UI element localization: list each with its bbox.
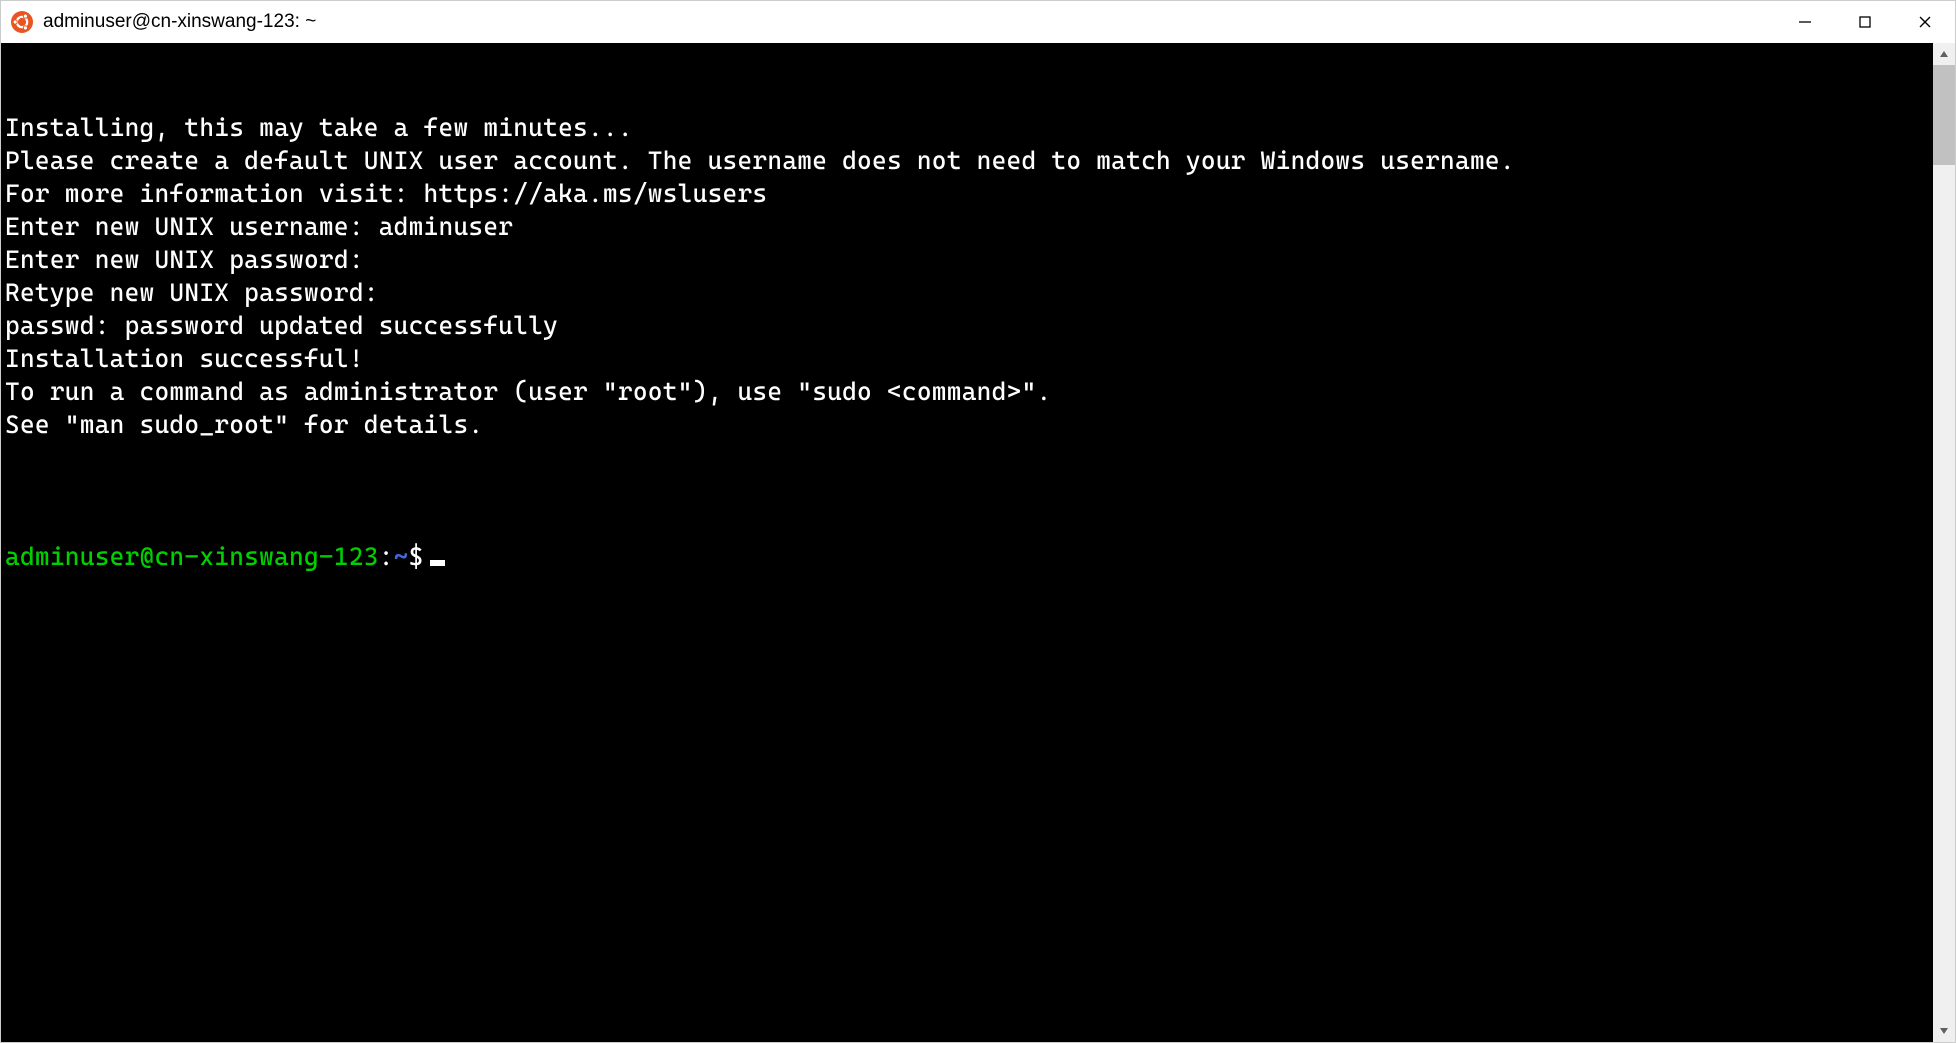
title-bar-left: adminuser@cn-xinswang-123: ~ xyxy=(11,11,1775,33)
prompt-symbol: $ xyxy=(409,542,424,571)
terminal-window: adminuser@cn-xinswang-123: ~ Installing,… xyxy=(0,0,1956,1043)
scroll-track[interactable] xyxy=(1933,65,1955,1020)
scroll-down-arrow[interactable] xyxy=(1933,1020,1955,1042)
terminal-line: Retype new UNIX password: xyxy=(5,276,1933,309)
ubuntu-icon xyxy=(11,11,33,33)
terminal-line: To run a command as administrator (user … xyxy=(5,375,1933,408)
close-button[interactable] xyxy=(1895,1,1955,43)
terminal-line: Enter new UNIX username: adminuser xyxy=(5,210,1933,243)
terminal-output[interactable]: Installing, this may take a few minutes.… xyxy=(1,43,1933,1042)
cursor xyxy=(430,560,445,566)
title-bar-controls xyxy=(1775,1,1955,43)
terminal-line: Enter new UNIX password: xyxy=(5,243,1933,276)
terminal-line: For more information visit: https://aka.… xyxy=(5,177,1933,210)
terminal-line: Installing, this may take a few minutes.… xyxy=(5,111,1933,144)
terminal-line xyxy=(5,441,1933,474)
terminal-line: Please create a default UNIX user accoun… xyxy=(5,144,1933,177)
terminal-line: passwd: password updated successfully xyxy=(5,309,1933,342)
content-area: Installing, this may take a few minutes.… xyxy=(1,43,1955,1042)
terminal-line: Installation successful! xyxy=(5,342,1933,375)
prompt-path: ~ xyxy=(394,542,409,571)
prompt-colon: : xyxy=(379,542,394,571)
prompt-user-host: adminuser@cn-xinswang-123 xyxy=(5,542,379,571)
title-bar: adminuser@cn-xinswang-123: ~ xyxy=(1,1,1955,43)
terminal-line: See "man sudo_root" for details. xyxy=(5,408,1933,441)
scrollbar[interactable] xyxy=(1933,43,1955,1042)
scroll-thumb[interactable] xyxy=(1933,65,1955,165)
maximize-button[interactable] xyxy=(1835,1,1895,43)
prompt-line: adminuser@cn-xinswang-123:~$ xyxy=(5,540,1933,573)
minimize-button[interactable] xyxy=(1775,1,1835,43)
window-title: adminuser@cn-xinswang-123: ~ xyxy=(43,11,316,33)
scroll-up-arrow[interactable] xyxy=(1933,43,1955,65)
